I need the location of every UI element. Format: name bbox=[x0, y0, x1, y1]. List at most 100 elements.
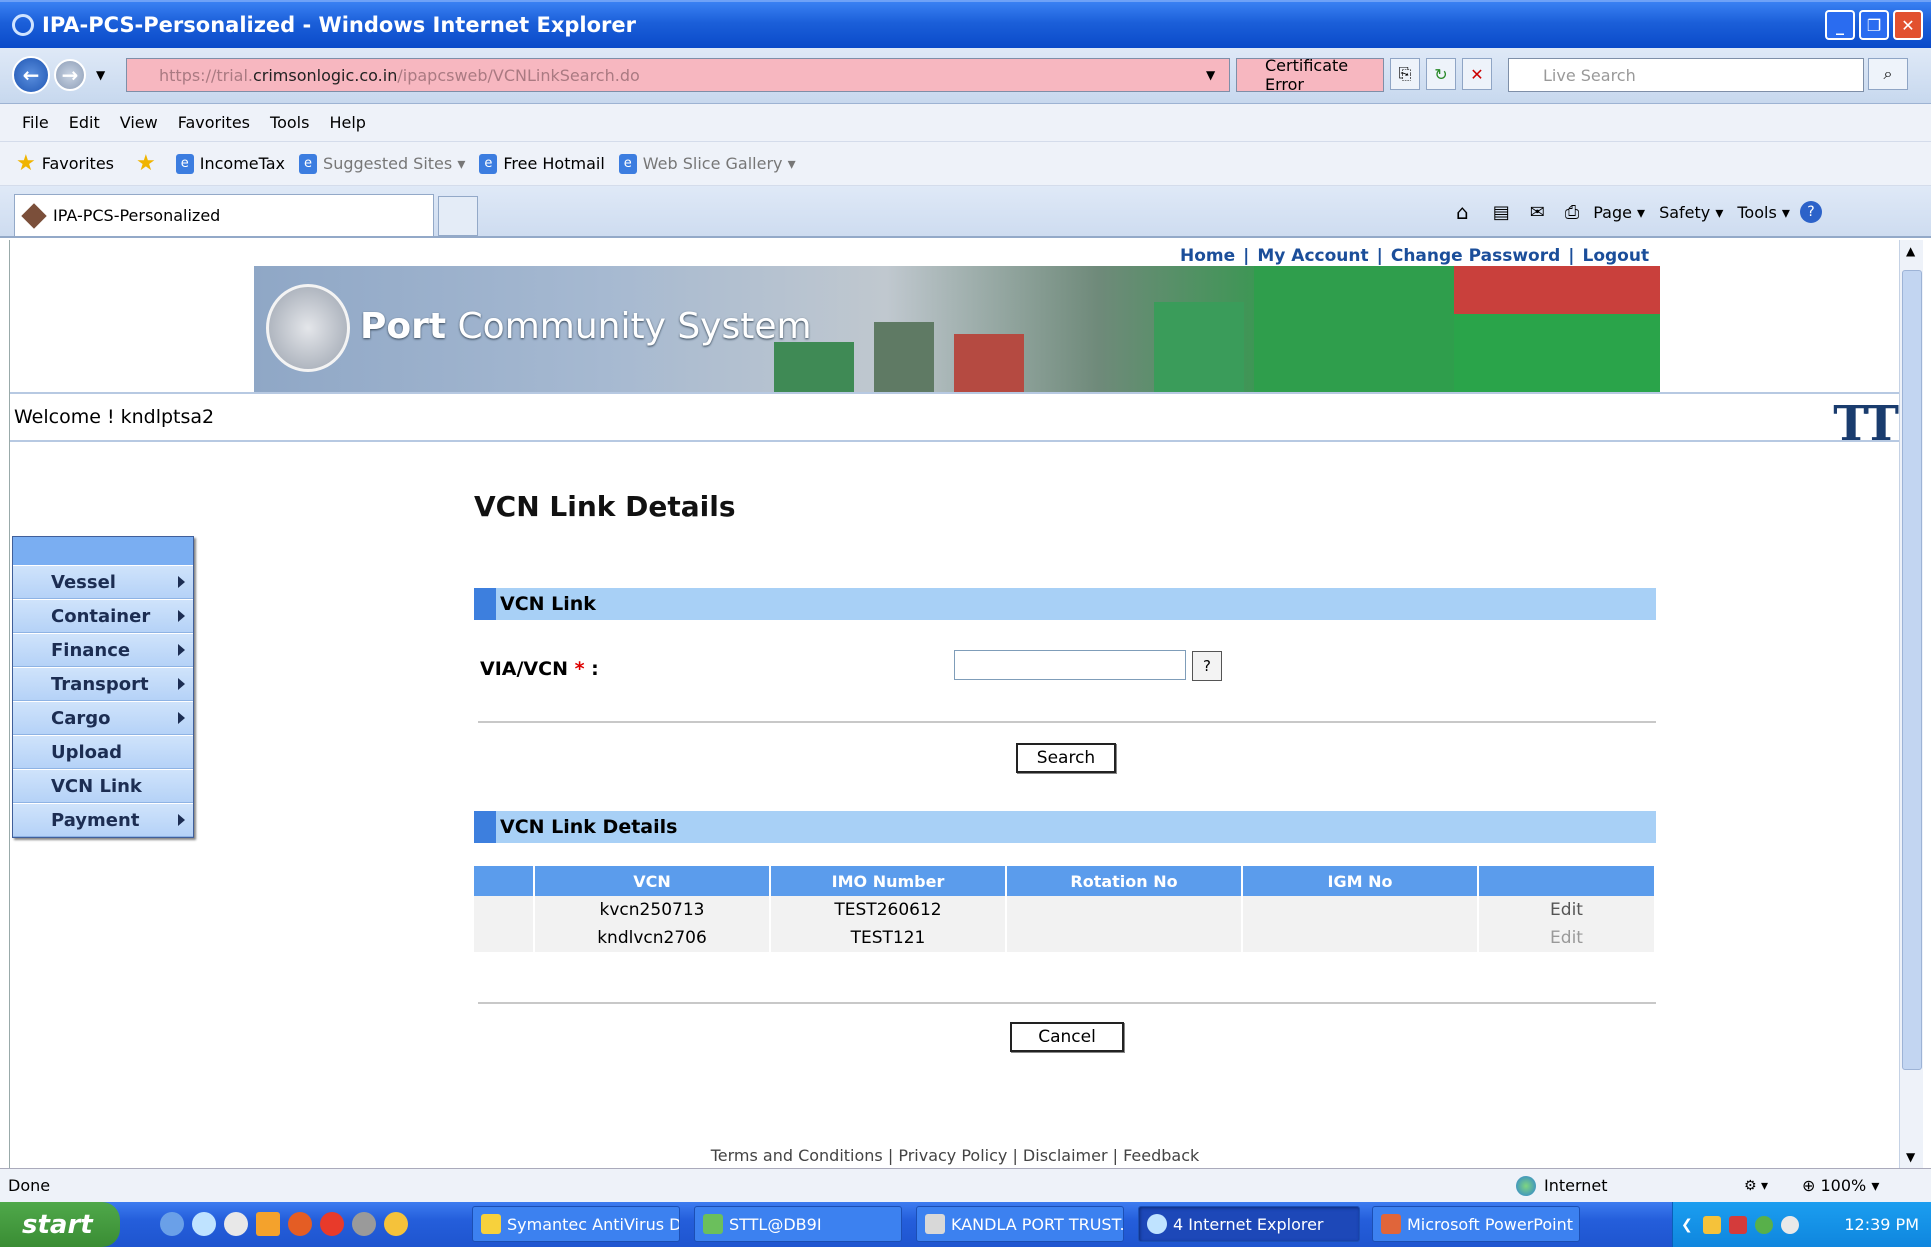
command-bar: ⌂ ▤ ✉ ⎙ Page ▾ Safety ▾ Tools ▾ ? bbox=[1456, 198, 1822, 226]
table-row: kvcn250713 TEST260612 Edit bbox=[474, 896, 1656, 924]
menu-edit[interactable]: Edit bbox=[69, 113, 100, 132]
close-window-button[interactable]: ✕ bbox=[1893, 10, 1923, 40]
search-button[interactable]: Search bbox=[1016, 743, 1116, 773]
taskbar-kandla[interactable]: KANDLA PORT TRUST... bbox=[916, 1206, 1124, 1242]
link-home[interactable]: Home bbox=[1180, 246, 1235, 266]
tab-ipa-pcs[interactable]: IPA-PCS-Personalized bbox=[14, 194, 434, 236]
forward-button[interactable]: → bbox=[54, 59, 86, 91]
fav-incometax[interactable]: e IncomeTax bbox=[175, 153, 286, 174]
tools-menu[interactable]: Tools ▾ bbox=[1737, 203, 1790, 222]
fav-web-slice-gallery[interactable]: e Web Slice Gallery ▾ bbox=[618, 153, 796, 174]
new-tab-button[interactable] bbox=[438, 196, 478, 236]
safety-menu[interactable]: Safety ▾ bbox=[1659, 203, 1723, 222]
tray-expand-icon[interactable]: ❮ bbox=[1681, 1217, 1693, 1233]
favorites-button[interactable]: ★ Favorites bbox=[16, 151, 114, 176]
stop-icon[interactable]: ✕ bbox=[1462, 58, 1492, 90]
back-button[interactable]: ← bbox=[12, 56, 50, 94]
address-dropdown-icon[interactable]: ▼ bbox=[1206, 68, 1215, 82]
link-my-account[interactable]: My Account bbox=[1257, 246, 1368, 266]
protected-mode-icon[interactable]: ⚙ ▾ bbox=[1744, 1178, 1768, 1194]
menu-view[interactable]: View bbox=[120, 113, 158, 132]
section-header-vcn-link-details: VCN Link Details bbox=[474, 811, 1656, 843]
edit-link[interactable]: Edit bbox=[1478, 896, 1656, 924]
banner-container bbox=[774, 342, 854, 392]
quicklaunch-app-icon[interactable] bbox=[320, 1212, 344, 1236]
certificate-error-button[interactable]: Certificate Error bbox=[1236, 56, 1384, 94]
tray-app-icon[interactable] bbox=[1702, 1215, 1721, 1234]
quicklaunch-app-icon[interactable] bbox=[160, 1212, 184, 1236]
ie-icon bbox=[1147, 1214, 1167, 1234]
nav-payment[interactable]: Payment bbox=[13, 803, 193, 837]
clock[interactable]: 12:39 PM bbox=[1844, 1215, 1919, 1234]
quicklaunch-firefox-icon[interactable] bbox=[288, 1212, 312, 1236]
via-vcn-input[interactable] bbox=[954, 650, 1186, 680]
tray-app-icon[interactable] bbox=[1780, 1215, 1799, 1234]
scroll-down-icon[interactable]: ▼ bbox=[1906, 1150, 1915, 1164]
nav-container[interactable]: Container bbox=[13, 599, 193, 633]
tray-app-icon[interactable] bbox=[1754, 1215, 1773, 1234]
taskbar-internet-explorer[interactable]: 4 Internet Explorer bbox=[1138, 1206, 1360, 1242]
table-header-row: VCN IMO Number Rotation No IGM No bbox=[474, 866, 1656, 896]
page-menu[interactable]: Page ▾ bbox=[1593, 203, 1645, 222]
footer-links[interactable]: Terms and Conditions | Privacy Policy | … bbox=[10, 1146, 1899, 1165]
menu-help[interactable]: Help bbox=[329, 113, 365, 132]
nav-finance[interactable]: Finance bbox=[13, 633, 193, 667]
vertical-scrollbar[interactable]: ▲ ▼ bbox=[1899, 240, 1923, 1168]
refresh-icon[interactable]: ↻ bbox=[1426, 58, 1456, 90]
help-icon[interactable]: ? bbox=[1799, 201, 1822, 223]
vcn-lookup-help-button[interactable]: ? bbox=[1192, 651, 1222, 681]
recent-pages-dropdown-icon[interactable]: ▼ bbox=[96, 68, 105, 82]
ie-page-icon: e bbox=[479, 153, 498, 174]
cell bbox=[474, 924, 535, 952]
scrollbar-thumb[interactable] bbox=[1902, 270, 1922, 1070]
quicklaunch-app-icon[interactable] bbox=[224, 1212, 248, 1236]
start-label: start bbox=[22, 1209, 93, 1240]
nav-vcn-link[interactable]: VCN Link bbox=[13, 769, 193, 803]
compatibility-view-icon[interactable]: ⎘ bbox=[1390, 58, 1420, 90]
required-marker: * bbox=[574, 658, 585, 680]
submenu-arrow-icon bbox=[178, 576, 185, 588]
zoom-level[interactable]: ⊕ 100% ▾ bbox=[1802, 1176, 1879, 1195]
taskbar-sttl[interactable]: STTL@DB9I bbox=[694, 1206, 902, 1242]
favorites-bar: ★ Favorites ★ e IncomeTax e Suggested Si… bbox=[0, 142, 1931, 186]
link-change-password[interactable]: Change Password bbox=[1391, 246, 1560, 266]
search-go-icon[interactable]: ⌕ bbox=[1868, 58, 1908, 90]
add-to-favorites-button[interactable]: ★ bbox=[136, 151, 162, 176]
menu-file[interactable]: File bbox=[22, 113, 49, 132]
home-icon[interactable]: ⌂ bbox=[1456, 200, 1469, 224]
address-input[interactable]: https://trial. crimsonlogic.co.in/ipapcsw… bbox=[126, 58, 1230, 92]
quicklaunch-outlook-icon[interactable] bbox=[256, 1212, 280, 1236]
restore-button[interactable]: ❐ bbox=[1859, 10, 1889, 40]
start-button[interactable]: start bbox=[0, 1202, 120, 1247]
banner: Port Community System bbox=[254, 266, 1660, 392]
scroll-up-icon[interactable]: ▲ bbox=[1906, 244, 1915, 258]
edit-link[interactable]: Edit bbox=[1478, 924, 1656, 952]
page-viewport: Home | My Account | Change Password | Logou… bbox=[9, 240, 1899, 1168]
nav-cargo[interactable]: Cargo bbox=[13, 701, 193, 735]
quicklaunch-app-icon[interactable] bbox=[384, 1212, 408, 1236]
window-icon bbox=[925, 1214, 945, 1234]
feeds-icon[interactable]: ▤ bbox=[1493, 202, 1510, 223]
nav-transport[interactable]: Transport bbox=[13, 667, 193, 701]
live-search-input[interactable]: Live Search bbox=[1508, 58, 1864, 92]
welcome-text: Welcome ! kndlptsa2 bbox=[14, 406, 215, 428]
read-mail-icon[interactable]: ✉ bbox=[1530, 202, 1545, 223]
link-logout[interactable]: Logout bbox=[1582, 246, 1649, 266]
quicklaunch-app-icon[interactable] bbox=[352, 1212, 376, 1236]
nav-vessel[interactable]: Vessel bbox=[13, 565, 193, 599]
tray-app-icon[interactable] bbox=[1728, 1215, 1747, 1234]
print-icon[interactable]: ⎙ bbox=[1565, 202, 1579, 223]
fav-incometax-label: IncomeTax bbox=[199, 154, 286, 173]
quicklaunch-ie-icon[interactable] bbox=[192, 1212, 216, 1236]
menu-favorites[interactable]: Favorites bbox=[178, 113, 250, 132]
taskbar-symantec[interactable]: Symantec AntiVirus D... bbox=[472, 1206, 680, 1242]
fav-suggested-sites[interactable]: e Suggested Sites ▾ bbox=[299, 153, 465, 174]
menu-tools[interactable]: Tools bbox=[270, 113, 309, 132]
taskbar-powerpoint[interactable]: Microsoft PowerPoint ... bbox=[1372, 1206, 1580, 1242]
menu-bar: File Edit View Favorites Tools Help bbox=[0, 104, 1931, 142]
cancel-button[interactable]: Cancel bbox=[1010, 1022, 1124, 1052]
banner-container bbox=[954, 334, 1024, 392]
minimize-button[interactable]: _ bbox=[1825, 10, 1855, 40]
fav-free-hotmail[interactable]: e Free Hotmail bbox=[479, 153, 605, 174]
nav-upload[interactable]: Upload bbox=[13, 735, 193, 769]
